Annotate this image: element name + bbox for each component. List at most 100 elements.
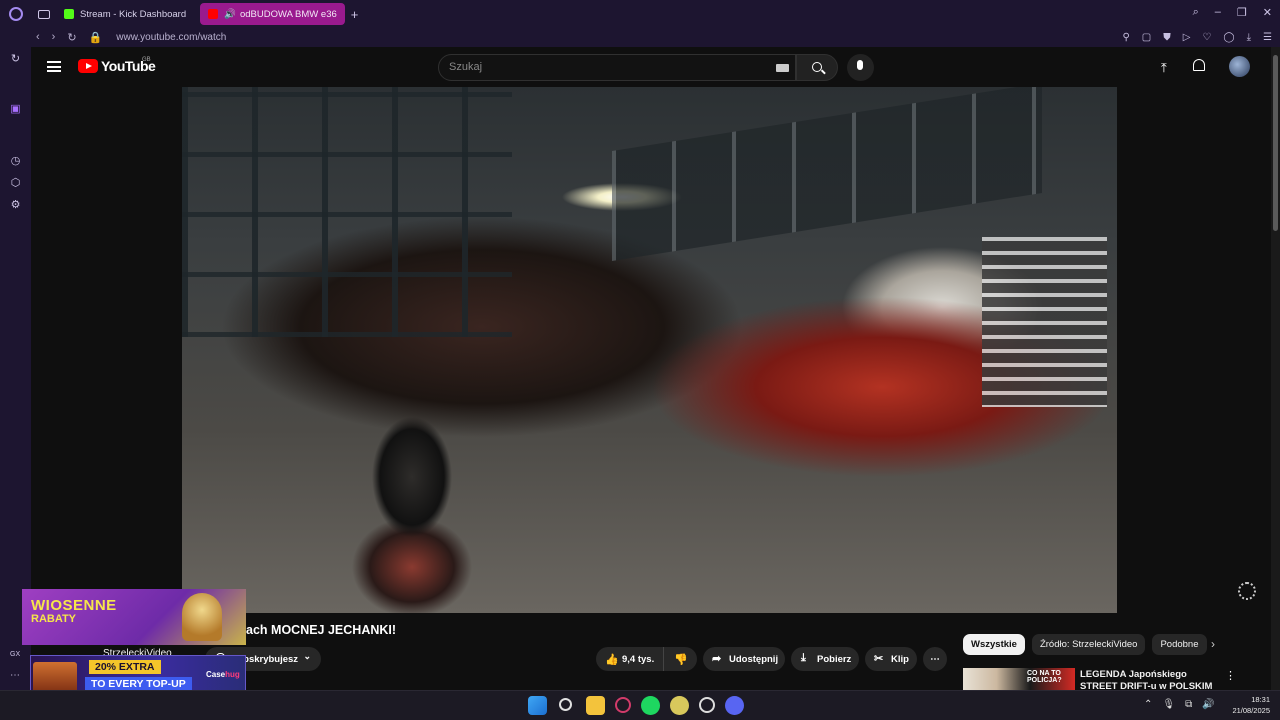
share-button[interactable]: ➦ Udostępnij: [703, 647, 785, 671]
vpn-icon[interactable]: ⛊: [1163, 32, 1171, 43]
more-icon: ⋯: [930, 653, 940, 665]
more-actions-button[interactable]: ⋯: [923, 647, 947, 671]
tab-youtube-video[interactable]: 🔊 odBUDOWA BMW e36: [200, 3, 345, 25]
tab-islands-icon[interactable]: [38, 9, 50, 19]
new-tab-button[interactable]: +: [351, 7, 359, 22]
reload-icon[interactable]: ↻: [67, 31, 76, 44]
ad-offer-1: 20% EXTRA: [89, 660, 161, 674]
search-icon: [812, 62, 822, 72]
ad-banner-top: WIOSENNE RABATY: [22, 589, 246, 645]
download-button[interactable]: ⤓ Pobierz: [791, 647, 859, 671]
chevron-down-icon: ⌄: [303, 651, 311, 661]
opera-gx-taskbar-icon[interactable]: [615, 697, 631, 713]
scrollbar-thumb[interactable]: [1273, 55, 1278, 231]
network-icon[interactable]: ⧉: [1185, 699, 1192, 710]
chip-all[interactable]: Wszystkie: [963, 634, 1025, 655]
search-box: [438, 54, 796, 81]
clip-label: Klip: [891, 653, 909, 665]
pin-icon[interactable]: ⚲: [1122, 32, 1129, 43]
taskbar-apps: [528, 696, 744, 715]
snapshot-icon[interactable]: ▢: [1142, 32, 1151, 43]
ad-headline-2: RABATY: [31, 613, 77, 625]
navigation-buttons: ‹ › ↻ 🔒: [36, 31, 102, 44]
download-label: Pobierz: [817, 653, 852, 665]
player-icon[interactable]: ▷: [1183, 32, 1191, 43]
share-label: Udostępnij: [729, 653, 779, 665]
search-input[interactable]: [449, 61, 749, 73]
ad-offer-2: TO EVERY TOP-UP: [85, 677, 192, 691]
start-menu-icon[interactable]: [528, 696, 547, 715]
scissors-icon: ✂: [874, 653, 884, 665]
notifications-bell-icon[interactable]: [1193, 59, 1205, 71]
clock-time: 18:31: [1251, 695, 1270, 704]
chip-similar[interactable]: Podobne: [1152, 634, 1207, 655]
tab-label: odBUDOWA BMW e36: [239, 8, 337, 20]
tab-kick-dashboard[interactable]: Stream - Kick Dashboard: [56, 3, 194, 25]
kebab-menu-icon[interactable]: ⋮: [1225, 669, 1236, 682]
search-button[interactable]: [796, 54, 838, 81]
discord-icon[interactable]: [725, 696, 744, 715]
thumbnail-text: CO NA TO POLICJA?: [1027, 670, 1062, 684]
guide-menu-icon[interactable]: [47, 61, 61, 72]
extensions-icon[interactable]: ⬡: [9, 177, 22, 190]
voice-search-button[interactable]: [847, 54, 874, 81]
restore-button[interactable]: ❐: [1237, 6, 1247, 19]
chevron-right-icon[interactable]: ›: [1211, 637, 1215, 651]
gx-label: GX: [10, 651, 21, 658]
ad-headline-1: WIOSENNE: [31, 597, 117, 614]
clip-button[interactable]: ✂ Klip: [865, 647, 917, 671]
video-frame-girders: [182, 87, 512, 337]
heart-icon[interactable]: ♡: [1202, 32, 1211, 43]
profile-icon[interactable]: ◯: [1223, 32, 1234, 43]
lock-icon[interactable]: 🔒: [89, 31, 103, 44]
like-button[interactable]: 👍 9,4 tys.: [596, 647, 664, 671]
create-upload-icon[interactable]: ⤒: [1161, 60, 1167, 76]
dislike-button[interactable]: 👎: [674, 653, 688, 666]
url-field[interactable]: www.youtube.com/watch: [116, 32, 226, 43]
region-code: GB: [142, 57, 151, 63]
minimize-button[interactable]: –: [1215, 6, 1221, 19]
back-icon[interactable]: ‹: [36, 31, 40, 44]
speaker-icon[interactable]: 🔊: [224, 9, 236, 20]
related-video-title[interactable]: LEGENDA Japońskiego STREET DRIFT-u w POL…: [1080, 669, 1220, 690]
tab-label: Stream - Kick Dashboard: [80, 8, 187, 20]
tray-chevron-icon[interactable]: ⌃: [1144, 699, 1152, 710]
close-button[interactable]: ✕: [1263, 6, 1272, 19]
download-icon: ⤓: [801, 652, 806, 664]
channel-watermark-icon[interactable]: [1238, 582, 1256, 600]
related-video-item[interactable]: CO NA TO POLICJA? LEGENDA Japońskiego ST…: [963, 668, 1263, 690]
video-player[interactable]: [182, 87, 1117, 613]
history-icon[interactable]: ◷: [9, 155, 22, 168]
settings-icon[interactable]: ⚙: [9, 199, 22, 212]
search-tabs-icon[interactable]: ⌕: [1193, 6, 1199, 19]
app-icon[interactable]: [670, 696, 689, 715]
forward-icon[interactable]: ›: [52, 31, 56, 44]
file-explorer-icon[interactable]: [586, 696, 605, 715]
microphone-icon[interactable]: 🎙: [1162, 699, 1175, 710]
taskbar-search-icon[interactable]: [559, 698, 572, 711]
related-filter-chips: Wszystkie Źródło: StrzeleckiVideo Podobn…: [963, 634, 1207, 656]
page-scrollbar[interactable]: [1271, 47, 1280, 690]
related-video-thumbnail[interactable]: CO NA TO POLICJA?: [963, 668, 1075, 690]
video-frame-toolbox: [982, 237, 1107, 407]
youtube-logo-icon[interactable]: [78, 59, 98, 73]
system-clock[interactable]: 18:31 21/08/2025: [1228, 694, 1270, 716]
menu-icon[interactable]: ☰: [1263, 32, 1272, 43]
volume-icon[interactable]: 🔊: [1202, 699, 1214, 710]
gx-control-icon[interactable]: ↻: [9, 53, 22, 66]
spotify-icon[interactable]: [641, 696, 660, 715]
sidebar-more-icon[interactable]: ⋯: [10, 670, 20, 681]
browser-tab-bar: Stream - Kick Dashboard 🔊 odBUDOWA BMW e…: [0, 0, 1280, 28]
overlay-ad: WIOSENNE RABATY 20% EXTRA TO EVERY TOP-U…: [22, 589, 246, 701]
address-bar: ‹ › ↻ 🔒 www.youtube.com/watch ⚲ ▢ ⛊ ▷ ♡ …: [0, 28, 1280, 47]
window-controls: ⌕ – ❐ ✕: [1193, 6, 1272, 19]
opera-gx-logo-icon[interactable]: [9, 7, 23, 21]
keyboard-icon[interactable]: [776, 64, 789, 72]
chip-source-channel[interactable]: Źródło: StrzeleckiVideo: [1031, 634, 1146, 655]
like-count: 9,4 tys.: [622, 653, 655, 665]
twitch-icon[interactable]: ▣: [9, 103, 22, 116]
ad-character-image: [182, 593, 222, 641]
avatar[interactable]: [1229, 56, 1250, 77]
download-icon[interactable]: ⤓: [1247, 32, 1251, 43]
obs-icon[interactable]: [699, 697, 715, 713]
